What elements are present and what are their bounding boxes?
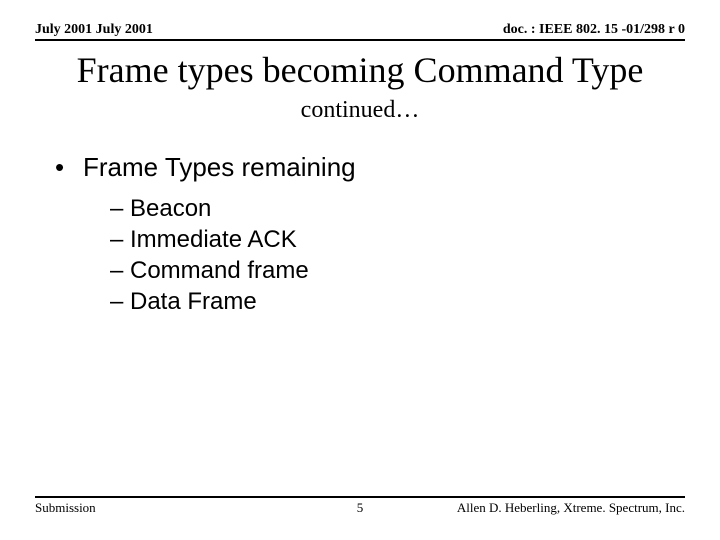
sub-list: – Beacon – Immediate ACK – Command frame…	[55, 195, 685, 316]
list-item: – Immediate ACK	[110, 226, 685, 254]
list-item: – Beacon	[110, 195, 685, 223]
dash-icon: –	[110, 226, 130, 254]
dash-icon: –	[110, 257, 130, 285]
footer-row: Submission 5 Allen D. Heberling, Xtreme.…	[35, 496, 685, 516]
footer-page-number: 5	[357, 500, 364, 516]
sub-item-text: Beacon	[130, 195, 211, 223]
sub-item-text: Data Frame	[130, 288, 257, 316]
dash-icon: –	[110, 195, 130, 223]
content-area: • Frame Types remaining – Beacon – Immed…	[35, 152, 685, 316]
footer-left: Submission	[35, 500, 96, 516]
list-item: – Command frame	[110, 257, 685, 285]
dash-icon: –	[110, 288, 130, 316]
header-right: doc. : IEEE 802. 15 -01/298 r 0	[503, 22, 685, 38]
footer-right: Allen D. Heberling, Xtreme. Spectrum, In…	[457, 500, 685, 516]
header-row: July 2001 July 2001 doc. : IEEE 802. 15 …	[35, 22, 685, 41]
slide-title: Frame types becoming Command Type	[35, 49, 685, 91]
sub-item-text: Immediate ACK	[130, 226, 297, 254]
bullet-dot-icon: •	[55, 152, 83, 183]
sub-item-text: Command frame	[130, 257, 309, 285]
main-bullet: • Frame Types remaining	[55, 152, 685, 183]
header-left: July 2001 July 2001	[35, 22, 153, 38]
list-item: – Data Frame	[110, 288, 685, 316]
slide-subtitle: continued…	[35, 97, 685, 124]
main-bullet-text: Frame Types remaining	[83, 152, 356, 183]
